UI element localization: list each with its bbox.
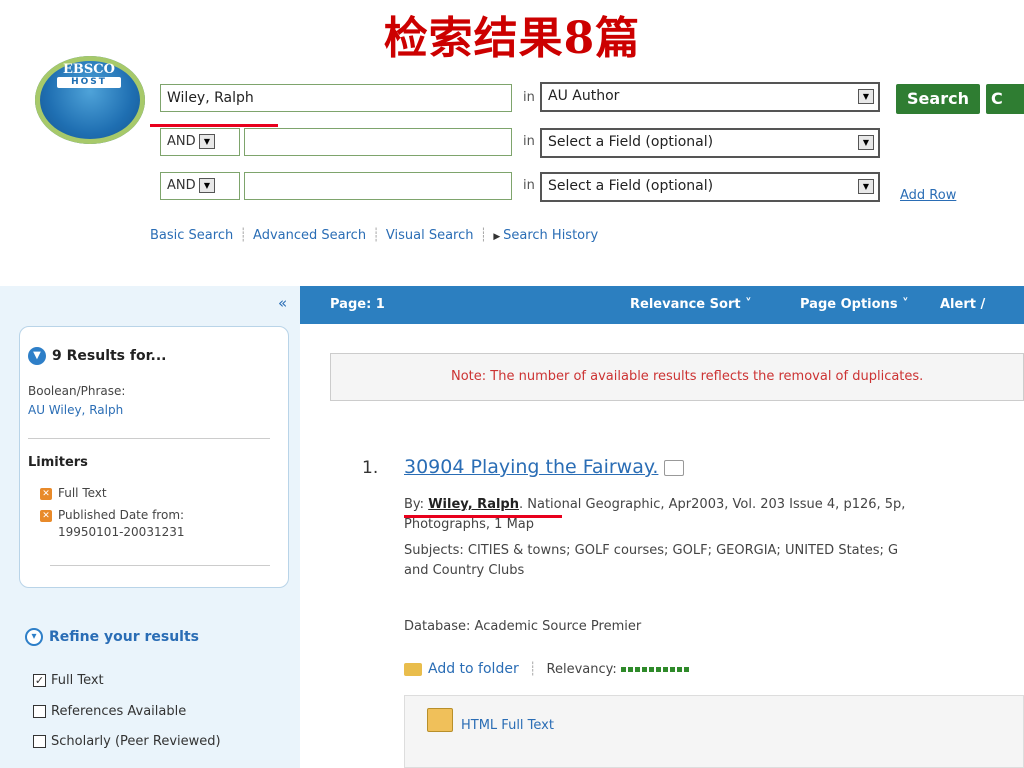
play-icon: ▶ bbox=[493, 232, 504, 242]
alert-share-menu[interactable]: Alert / bbox=[940, 297, 985, 312]
clear-button[interactable]: C bbox=[986, 84, 1024, 114]
refine-option-label: References Available bbox=[51, 704, 187, 719]
author-link[interactable]: Wiley, Ralph bbox=[428, 497, 519, 512]
limiter-label: Published Date from: bbox=[58, 508, 185, 522]
limiter-label: Full Text bbox=[58, 486, 107, 500]
boolean-select-2[interactable]: AND ▼ bbox=[160, 128, 240, 156]
remove-limiter-icon[interactable]: ✕ bbox=[40, 509, 52, 522]
add-to-folder-link[interactable]: Add to folder bbox=[428, 661, 519, 677]
collapse-sidebar-icon[interactable]: « bbox=[278, 294, 287, 312]
results-header[interactable]: ▼ 9 Results for... bbox=[28, 347, 166, 365]
logo-line1: EBSCO bbox=[63, 62, 115, 77]
refine-option-scholarly[interactable]: Scholarly (Peer Reviewed) bbox=[33, 734, 221, 749]
limiters-title: Limiters bbox=[28, 455, 88, 470]
dropdown-arrow-icon: ▼ bbox=[199, 134, 215, 149]
search-history-link[interactable]: Search History bbox=[503, 228, 598, 243]
result-subjects: Subjects: CITIES & towns; GOLF courses; … bbox=[404, 543, 899, 558]
field-select-value: Select a Field (optional) bbox=[548, 134, 714, 150]
dropdown-arrow-icon: ▼ bbox=[858, 179, 874, 194]
refine-option-references[interactable]: References Available bbox=[33, 704, 186, 719]
field-select-3[interactable]: Select a Field (optional) ▼ bbox=[540, 172, 880, 202]
html-document-icon bbox=[427, 708, 453, 732]
field-select-value: AU Author bbox=[548, 88, 620, 104]
result-byline: By: Wiley, Ralph. National Geographic, A… bbox=[404, 497, 905, 512]
search-button[interactable]: Search bbox=[896, 84, 980, 114]
boolean-phrase-label: Boolean/Phrase: bbox=[28, 384, 126, 398]
remove-limiter-icon[interactable]: ✕ bbox=[40, 487, 52, 500]
in-label: in bbox=[523, 178, 535, 193]
ebsco-logo[interactable]: EBSCO HOST bbox=[35, 56, 145, 144]
page-indicator: Page: 1 bbox=[330, 297, 385, 312]
in-label: in bbox=[523, 134, 535, 149]
page-options-dropdown[interactable]: Page Options ˅ bbox=[800, 297, 909, 312]
result-actions: Add to folder ┊ Relevancy: bbox=[404, 661, 691, 677]
limiter-full-text: ✕ Full Text bbox=[40, 486, 107, 500]
divider bbox=[50, 565, 270, 566]
boolean-phrase-value[interactable]: AU Wiley, Ralph bbox=[28, 403, 123, 417]
checkbox[interactable] bbox=[33, 705, 46, 718]
search-mode-links: Basic Search ┊ Advanced Search ┊ Visual Sear… bbox=[150, 228, 599, 243]
relevance-sort-dropdown[interactable]: Relevance Sort ˅ bbox=[630, 297, 752, 312]
visual-search-link[interactable]: Visual Search bbox=[386, 228, 474, 243]
dropdown-arrow-icon: ▼ bbox=[858, 135, 874, 150]
full-text-box: HTML Full Text bbox=[404, 695, 1024, 768]
dropdown-arrow-icon: ▼ bbox=[199, 178, 215, 193]
result-subjects-2: and Country Clubs bbox=[404, 563, 525, 578]
in-label: in bbox=[523, 90, 535, 105]
preview-magnifier-icon[interactable] bbox=[664, 459, 685, 476]
result-database: Database: Academic Source Premier bbox=[404, 619, 642, 634]
refine-title: Refine your results bbox=[49, 629, 200, 645]
results-summary-box: ▼ 9 Results for... Boolean/Phrase: AU Wil… bbox=[19, 326, 289, 588]
html-full-text-link[interactable]: HTML Full Text bbox=[461, 718, 554, 733]
field-select-value: Select a Field (optional) bbox=[548, 178, 714, 194]
logo-line2: HOST bbox=[57, 77, 121, 88]
limiter-published-date: ✕ Published Date from: bbox=[40, 508, 184, 522]
refine-option-full-text[interactable]: ✓ Full Text bbox=[33, 673, 104, 688]
result-title-link[interactable]: 30904 Playing the Fairway. bbox=[404, 456, 685, 478]
basic-search-link[interactable]: Basic Search bbox=[150, 228, 233, 243]
chevron-down-icon: ▾ bbox=[25, 628, 43, 646]
boolean-select-3[interactable]: AND ▼ bbox=[160, 172, 240, 200]
checkbox-checked[interactable]: ✓ bbox=[33, 674, 46, 687]
advanced-search-link[interactable]: Advanced Search bbox=[253, 228, 366, 243]
refine-option-label: Scholarly (Peer Reviewed) bbox=[51, 734, 221, 749]
slide-title: 检索结果8篇 bbox=[383, 13, 641, 64]
relevancy-label: Relevancy: bbox=[546, 662, 617, 677]
search-term-input-3[interactable] bbox=[244, 172, 512, 200]
result-title: 30904 Playing the Fairway. bbox=[404, 456, 659, 478]
refine-option-label: Full Text bbox=[51, 673, 104, 688]
field-select-2[interactable]: Select a Field (optional) ▼ bbox=[540, 128, 880, 158]
chevron-down-icon: ▼ bbox=[28, 347, 46, 365]
results-title: 9 Results for... bbox=[52, 348, 167, 364]
field-select-1[interactable]: AU Author ▼ bbox=[540, 82, 880, 112]
checkbox[interactable] bbox=[33, 735, 46, 748]
boolean-value: AND bbox=[167, 178, 196, 193]
search-term-input-2[interactable] bbox=[244, 128, 512, 156]
result-number: 1. bbox=[362, 458, 379, 478]
relevancy-bar bbox=[620, 667, 691, 672]
search-term-input-1[interactable]: Wiley, Ralph bbox=[160, 84, 512, 112]
dropdown-arrow-icon: ▼ bbox=[858, 89, 874, 104]
byline-rest: . National Geographic, Apr2003, Vol. 203… bbox=[518, 497, 906, 512]
duplicates-note: Note: The number of available results re… bbox=[330, 353, 1024, 401]
boolean-value: AND bbox=[167, 134, 196, 149]
red-underline-annotation bbox=[150, 124, 278, 127]
by-label: By: bbox=[404, 497, 429, 512]
refine-header[interactable]: ▾ Refine your results bbox=[25, 628, 199, 646]
result-byline-2: Photographs, 1 Map bbox=[404, 517, 535, 532]
folder-icon bbox=[404, 663, 422, 676]
limiter-date-range: 19950101-20031231 bbox=[58, 525, 185, 539]
divider bbox=[28, 438, 270, 439]
add-row-link[interactable]: Add Row bbox=[900, 188, 956, 203]
results-toolbar: Page: 1 Relevance Sort ˅ Page Options ˅ … bbox=[300, 286, 1024, 324]
